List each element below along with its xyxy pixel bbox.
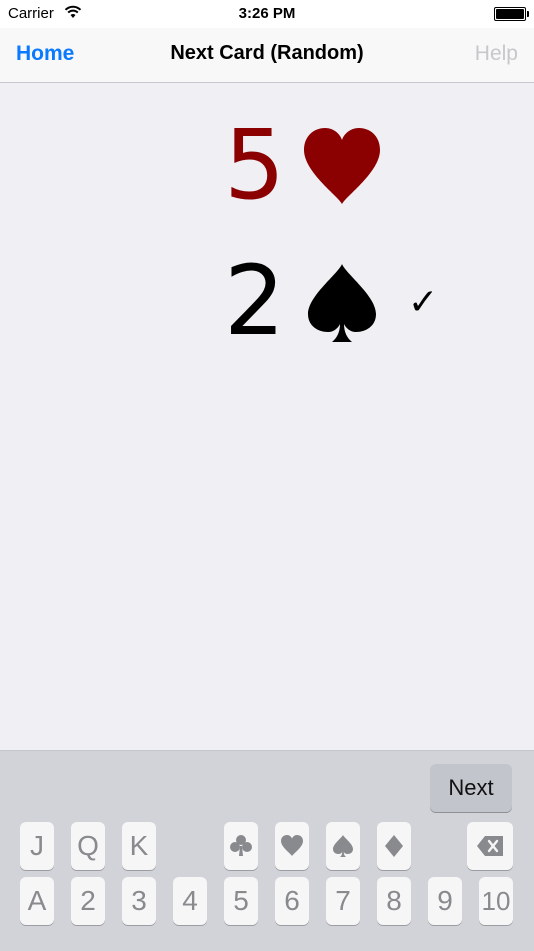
key-heart[interactable] xyxy=(275,822,309,870)
club-icon xyxy=(230,835,252,856)
key-2[interactable]: 2 xyxy=(71,877,105,925)
key-diamond[interactable] xyxy=(377,822,411,870)
key-queen[interactable]: Q xyxy=(71,822,105,870)
key-ace[interactable]: A xyxy=(20,877,54,925)
correct-check-icon: ✓ xyxy=(408,281,439,322)
card-row: 2 ✓ xyxy=(0,245,534,357)
card-keyboard: Next J Q K A 2 3 4 5 6 7 8 9 10 xyxy=(0,750,534,951)
clock: 3:26 PM xyxy=(238,5,296,22)
card-row: 5 xyxy=(0,109,534,221)
backspace-key[interactable] xyxy=(467,822,513,870)
key-9[interactable]: 9 xyxy=(428,877,462,925)
heart-icon xyxy=(304,128,380,204)
status-bar: Carrier 3:26 PM xyxy=(0,0,534,28)
help-button[interactable]: Help xyxy=(475,42,518,66)
backspace-icon xyxy=(477,836,503,856)
key-7[interactable]: 7 xyxy=(326,877,360,925)
navigation-bar: Home Next Card (Random) Help xyxy=(0,28,534,83)
key-3[interactable]: 3 xyxy=(122,877,156,925)
card-rank: 5 xyxy=(224,109,286,221)
key-10[interactable]: 10 xyxy=(479,877,513,925)
spade-icon xyxy=(333,835,353,857)
key-4[interactable]: 4 xyxy=(173,877,207,925)
key-spade[interactable] xyxy=(326,822,360,870)
spade-icon xyxy=(308,264,376,342)
key-king[interactable]: K xyxy=(122,822,156,870)
diamond-icon xyxy=(385,835,403,857)
key-club[interactable] xyxy=(224,822,258,870)
key-6[interactable]: 6 xyxy=(275,877,309,925)
key-8[interactable]: 8 xyxy=(377,877,411,925)
card-rank: 2 xyxy=(224,245,286,357)
heart-icon xyxy=(281,835,303,856)
key-5[interactable]: 5 xyxy=(224,877,258,925)
battery-icon xyxy=(494,7,529,21)
next-button[interactable]: Next xyxy=(430,764,512,812)
page-title: Next Card (Random) xyxy=(170,42,364,64)
key-jack[interactable]: J xyxy=(20,822,54,870)
